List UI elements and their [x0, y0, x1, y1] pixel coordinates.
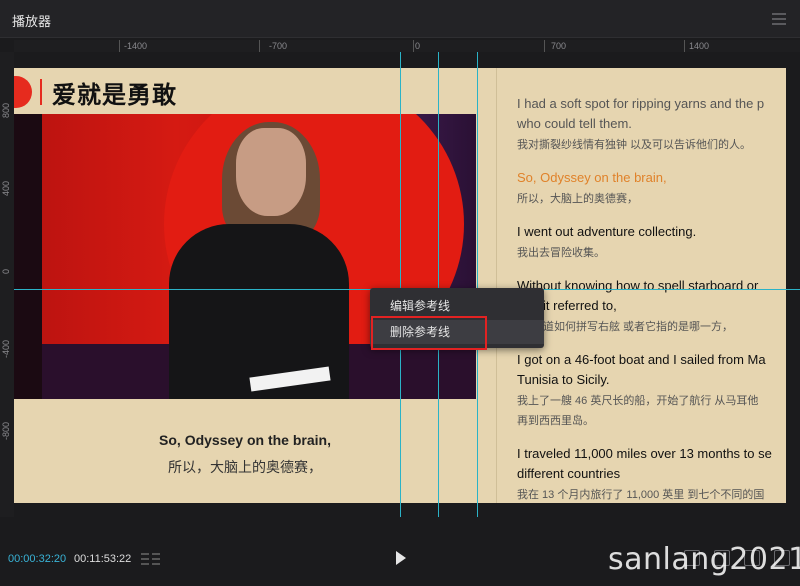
total-time: 00:11:53:22	[74, 553, 132, 565]
annotation-highlight-box	[371, 316, 487, 350]
current-time: 00:00:32:20	[8, 553, 67, 565]
transcript-en: So, Odyssey on the brain,	[517, 170, 667, 185]
player-window: 播放器 -1400 -700 0 700 1400 800 400 0 -400…	[0, 0, 800, 586]
title-bar: 播放器	[0, 0, 800, 38]
transcript-zh: 我出去冒险收集。	[517, 247, 605, 259]
ruler-tick-label: -400	[1, 339, 11, 358]
grid-icon[interactable]	[141, 551, 161, 567]
play-icon[interactable]	[396, 551, 406, 565]
watermark-text: sanlang2021	[608, 542, 800, 577]
vertical-guide-line[interactable]	[477, 52, 478, 517]
transcript-item[interactable]: Without knowing how to spell starboard o…	[517, 276, 786, 336]
ruler-tick-label: 800	[1, 102, 11, 118]
banner-heading: 爱就是勇敢	[52, 81, 177, 109]
transcript-item-active[interactable]: So, Odyssey on the brain, 所以，大脑上的奥德赛，	[517, 168, 786, 208]
menu-item-edit-guide[interactable]: 编辑参考线	[370, 294, 544, 318]
transcript-panel: I had a soft spot for ripping yarns and …	[517, 94, 786, 503]
transcript-en: Without knowing how to spell starboard o…	[517, 278, 759, 293]
transcript-zh: 我上了一艘 46 英尺长的船，开始了航行 从马耳他	[517, 395, 759, 407]
ted-logo-icon	[14, 76, 32, 108]
transcript-zh-cont: 再到西西里岛。	[517, 415, 594, 427]
transcript-en: I got on a 46-foot boat and I sailed fro…	[517, 352, 766, 367]
transcript-item[interactable]: I got on a 46-foot boat and I sailed fro…	[517, 350, 786, 430]
banner-divider	[40, 79, 42, 105]
transcript-zh: 我在 13 个月内旅行了 11,000 英里 到七个不同的国	[517, 489, 765, 501]
vertical-guide-line[interactable]	[400, 52, 401, 517]
transcript-en: I had a soft spot for ripping yarns and …	[517, 96, 765, 111]
transcript-item[interactable]: I traveled 11,000 miles over 13 months t…	[517, 444, 786, 503]
vertical-ruler[interactable]: 800 400 0 -400 -800	[0, 52, 14, 517]
video-subtitle-en: So, Odyssey on the brain,	[159, 432, 331, 448]
video-subtitle-zh: 所以，大脑上的奥德赛，	[168, 459, 322, 475]
ruler-tick-label: 0	[415, 41, 421, 51]
transcript-zh: 道如何拼写右舷 或者它指的是哪一方，	[543, 321, 734, 333]
transcript-divider	[496, 68, 497, 503]
transcript-en: I went out adventure collecting.	[517, 224, 697, 239]
video-frame	[14, 114, 476, 399]
transcript-en-cont: Tunisia to Sicily.	[517, 372, 610, 387]
window-title: 播放器	[12, 14, 52, 29]
transcript-item[interactable]: I had a soft spot for ripping yarns and …	[517, 94, 786, 154]
ruler-tick-label: -1400	[124, 41, 148, 51]
transcript-zh: 我对撕裂纱线情有独钟 以及可以告诉他们的人。	[517, 139, 752, 151]
transcript-item[interactable]: I went out adventure collecting. 我出去冒险收集…	[517, 222, 786, 262]
vertical-guide-line[interactable]	[438, 52, 439, 517]
transcript-en-cont: different countries	[517, 466, 621, 481]
ruler-tick-label: -800	[1, 421, 11, 440]
horizontal-ruler[interactable]: -1400 -700 0 700 1400	[14, 40, 800, 52]
transcript-en-cont: who could tell them.	[517, 116, 632, 131]
transcript-en-cont: it referred to,	[543, 298, 617, 313]
speaker-face	[236, 128, 306, 216]
hamburger-menu-icon[interactable]	[772, 13, 786, 25]
ruler-tick-label: 0	[1, 268, 11, 274]
title-banner: 爱就是勇敢	[14, 74, 177, 110]
ruler-tick-label: 700	[551, 41, 567, 51]
transcript-en: I traveled 11,000 miles over 13 months t…	[517, 446, 772, 461]
transcript-zh: 所以，大脑上的奥德赛，	[517, 193, 638, 205]
ruler-tick-label: 400	[1, 180, 11, 196]
ruler-tick-label: 1400	[689, 41, 710, 51]
ruler-tick-label: -700	[269, 41, 288, 51]
